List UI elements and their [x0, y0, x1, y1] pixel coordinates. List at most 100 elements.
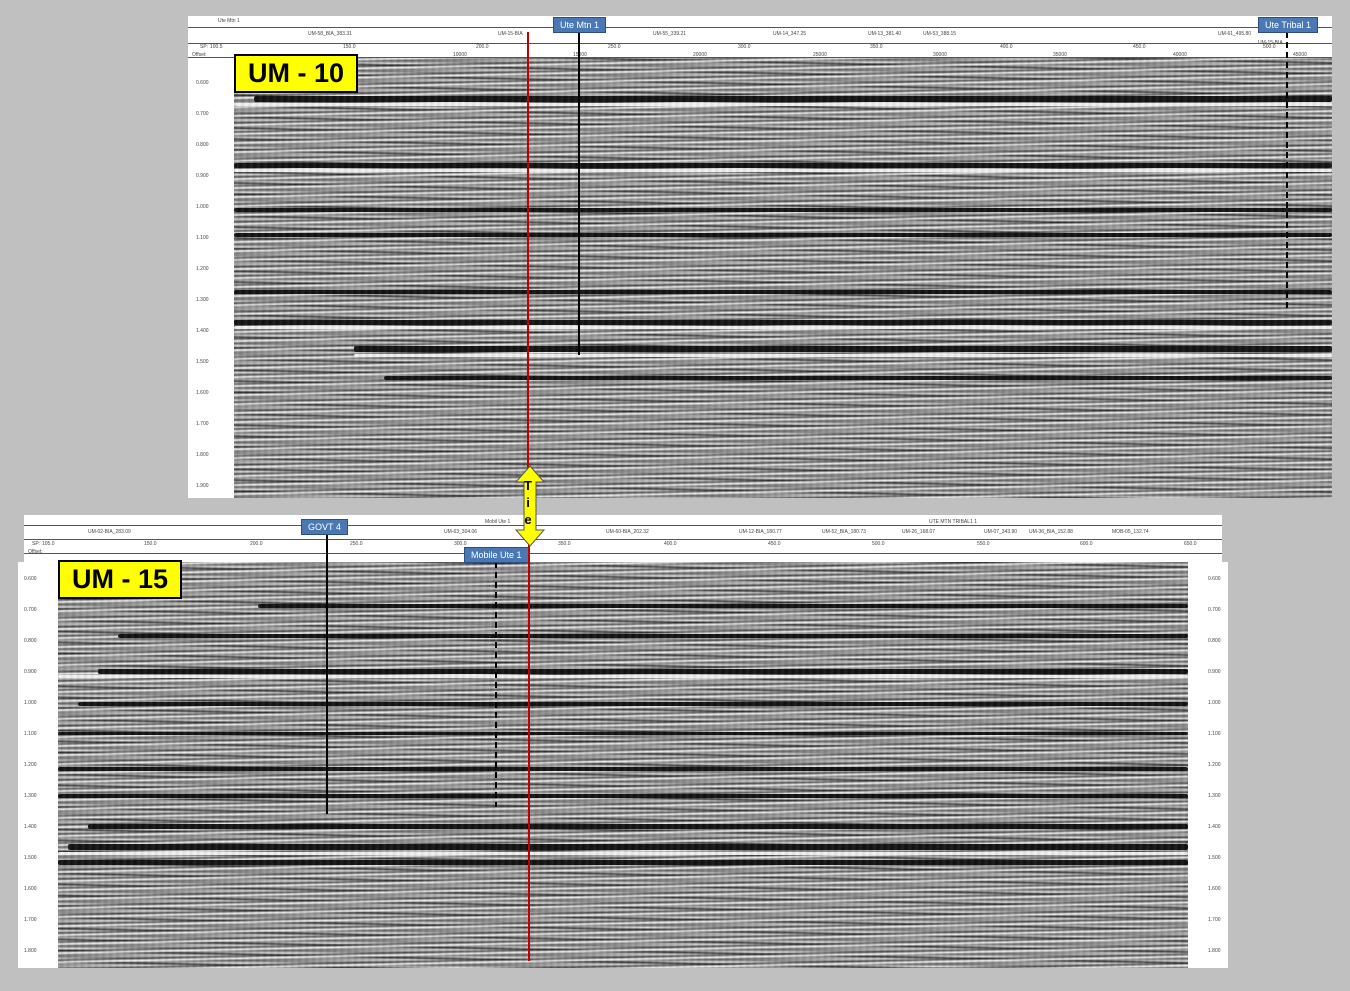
top-time-tick: 1.400 — [196, 328, 209, 334]
bottom-header-text-3: Mobil Ute 1 — [485, 519, 511, 525]
top-time-tick: 1.000 — [196, 204, 209, 210]
top-sp-start: 100.5 — [210, 44, 223, 50]
bottom-time-tick-right: 1.200 — [1208, 762, 1221, 768]
tie-letter-e: e — [524, 512, 532, 527]
top-time-tick: 1.300 — [196, 297, 209, 303]
top-sp-tick: 500.0 — [1263, 44, 1276, 50]
top-header: Ute Mtn 1 UM-58_BIA_383.31 UM-15-BIA UM-… — [188, 16, 1332, 58]
bottom-seismic-image — [58, 562, 1188, 968]
bottom-header-text-11: MOB-05_132.74 — [1112, 529, 1149, 535]
top-time-tick: 0.600 — [196, 80, 209, 86]
bottom-sp-tick: 550.0 — [977, 541, 990, 547]
top-header-text-1: Ute Mtn 1 — [218, 18, 240, 24]
well-tag-mobile-ute-1: Mobile Ute 1 — [464, 547, 529, 563]
top-section-label: UM - 10 — [234, 54, 359, 93]
bottom-time-tick: 1.500 — [24, 855, 37, 861]
bottom-sp-tick: 150.0 — [144, 541, 157, 547]
bottom-time-tick-right: 0.900 — [1208, 669, 1221, 675]
top-time-tick: 1.800 — [196, 452, 209, 458]
tie-line-top — [527, 32, 529, 498]
well-line-ute-mtn-1 — [578, 32, 580, 355]
bottom-sp-tick: 650.0 — [1184, 541, 1197, 547]
top-time-tick: 1.900 — [196, 483, 209, 489]
top-header-text-7: UM-53_388.15 — [923, 31, 957, 37]
bottom-time-tick: 0.900 — [24, 669, 37, 675]
top-header-text-2: UM-58_BIA_383.31 — [308, 31, 352, 37]
bottom-sp-tick: 400.0 — [664, 541, 677, 547]
bottom-time-tick: 0.700 — [24, 607, 37, 613]
top-sp-tick: 200.0 — [476, 44, 489, 50]
well-line-mobile-ute-1 — [495, 562, 497, 807]
well-line-govt-4 — [326, 534, 328, 814]
tie-line-bottom — [528, 535, 530, 961]
top-time-tick: 1.600 — [196, 390, 209, 396]
bottom-section-label: UM - 15 — [58, 560, 183, 599]
bottom-time-tick-right: 1.100 — [1208, 731, 1221, 737]
bottom-time-tick: 1.700 — [24, 917, 37, 923]
bottom-sp-tick: 450.0 — [768, 541, 781, 547]
bottom-time-tick-right: 0.700 — [1208, 607, 1221, 613]
bottom-time-axis-right: 0.600 0.700 0.800 0.900 1.000 1.100 1.20… — [1208, 562, 1228, 968]
top-sp-tick: 350.0 — [870, 44, 883, 50]
bottom-time-tick-right: 0.600 — [1208, 576, 1221, 582]
bottom-header-text-4: UM-60-BIA_202.32 — [606, 529, 649, 535]
top-time-tick: 0.700 — [196, 111, 209, 117]
bottom-header-text-8: UTE MTN TRIBAL1 1 — [929, 519, 977, 525]
well-tag-ute-tribal-1: Ute Tribal 1 — [1258, 17, 1319, 33]
bottom-time-tick: 1.600 — [24, 886, 37, 892]
bottom-time-tick: 1.300 — [24, 793, 37, 799]
bottom-sp-tick: 500.0 — [872, 541, 885, 547]
bottom-time-axis-left: 0.600 0.700 0.800 0.900 1.000 1.100 1.20… — [24, 562, 54, 968]
bottom-sp-start: 105.0 — [42, 541, 55, 547]
bottom-sp-tick: 600.0 — [1080, 541, 1093, 547]
top-header-text-6: UM-13_381.40 — [868, 31, 902, 37]
bottom-sp-label: SP: — [32, 541, 41, 547]
well-tag-govt-4: GOVT 4 — [301, 519, 348, 535]
bottom-header-text-6: UM-52_BIA_180.73 — [822, 529, 866, 535]
bottom-time-tick-right: 1.800 — [1208, 948, 1221, 954]
top-sp-tick: 450.0 — [1133, 44, 1146, 50]
bottom-time-tick: 1.100 — [24, 731, 37, 737]
top-sp-tick: 250.0 — [608, 44, 621, 50]
top-seismic-image — [234, 58, 1332, 498]
bottom-time-tick: 0.600 — [24, 576, 37, 582]
well-tag-ute-mtn-1: Ute Mtn 1 — [553, 17, 607, 33]
top-sp-tick: 400.0 — [1000, 44, 1013, 50]
bottom-time-tick-right: 1.600 — [1208, 886, 1221, 892]
bottom-time-tick-right: 1.500 — [1208, 855, 1221, 861]
bottom-header-text-9: UM-07_343.90 — [984, 529, 1018, 535]
bottom-time-tick-right: 1.300 — [1208, 793, 1221, 799]
bottom-time-tick: 0.800 — [24, 638, 37, 644]
top-time-tick: 1.200 — [196, 266, 209, 272]
bottom-offset-label: Offset: — [28, 549, 43, 555]
bottom-header-text-7: UM-26_168.07 — [902, 529, 936, 535]
bottom-header: UM-02-BIA_283.09 UM-63_304.06 Mobil Ute … — [24, 515, 1222, 561]
bottom-time-tick: 1.000 — [24, 700, 37, 706]
bottom-time-tick: 1.400 — [24, 824, 37, 830]
top-time-tick: 0.900 — [196, 173, 209, 179]
bottom-header-text-10: UM-36_BIA_152.88 — [1029, 529, 1073, 535]
top-time-tick: 1.700 — [196, 421, 209, 427]
bottom-time-tick-right: 1.700 — [1208, 917, 1221, 923]
bottom-header-text-1: UM-02-BIA_283.09 — [88, 529, 131, 535]
top-sp-label: SP: — [200, 44, 209, 50]
well-line-ute-tribal-1 — [1286, 32, 1288, 312]
bottom-time-tick: 1.800 — [24, 948, 37, 954]
top-header-text-4: UM-55_339.21 — [653, 31, 687, 37]
top-sp-tick: 150.0 — [343, 44, 356, 50]
bottom-sp-tick: 250.0 — [350, 541, 363, 547]
bottom-time-tick-right: 0.800 — [1208, 638, 1221, 644]
bottom-header-text-5: UM-12-BIA_180.77 — [739, 529, 782, 535]
top-header-text-5: UM-14_347.25 — [773, 31, 807, 37]
top-seismic-panel: Ute Mtn 1 UM-58_BIA_383.31 UM-15-BIA UM-… — [188, 16, 1332, 498]
top-time-tick: 1.500 — [196, 359, 209, 365]
bottom-time-tick: 1.200 — [24, 762, 37, 768]
bottom-time-tick-right: 1.400 — [1208, 824, 1221, 830]
top-time-tick: 1.100 — [196, 235, 209, 241]
bottom-seismic-body: 0.600 0.700 0.800 0.900 1.000 1.100 1.20… — [18, 560, 1228, 968]
top-header-text-8: UM-61_495.80 — [1218, 31, 1252, 37]
top-time-tick: 0.800 — [196, 142, 209, 148]
bottom-sp-tick: 350.0 — [558, 541, 571, 547]
bottom-header-text-2: UM-63_304.06 — [444, 529, 478, 535]
top-sp-tick: 300.0 — [738, 44, 751, 50]
